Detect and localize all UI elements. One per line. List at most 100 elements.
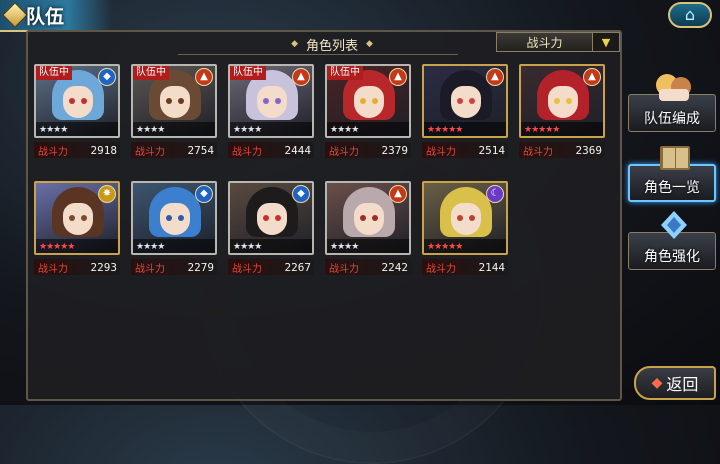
sort-selected-value: 战斗力 (526, 35, 563, 50)
rarity-stars: ★★★★ (136, 125, 165, 135)
character-face (548, 86, 578, 118)
power-value: 2144 (478, 260, 506, 274)
fire-element-icon: ▲ (195, 68, 213, 86)
character-card[interactable]: ★★★★ ◆ 队伍中战斗力 2918 (34, 64, 122, 158)
back-button-label: 返回 (666, 375, 699, 394)
power-row: 战斗力 2279 (131, 259, 217, 275)
side-menu-button[interactable]: 队伍编成 (628, 74, 716, 132)
character-card[interactable]: ★★★★ ▲ 队伍中战斗力 2379 (325, 64, 413, 158)
home-button[interactable]: ⌂ (668, 2, 712, 28)
character-eye (469, 215, 475, 221)
power-value: 2514 (478, 143, 506, 157)
character-eye (178, 215, 184, 221)
character-card[interactable]: ★★★★ ▲ 战斗力 2242 (325, 181, 413, 275)
panel-title: 角色列表 (305, 38, 358, 54)
power-value: 2444 (284, 143, 312, 157)
character-portrait: ★★★★★ ✸ (34, 181, 120, 255)
in-team-badge: 队伍中 (230, 66, 266, 80)
character-face (451, 86, 481, 118)
rarity-stars: ★★★★ (330, 125, 359, 135)
fire-element-icon: ▲ (486, 68, 504, 86)
rarity-stars: ★★★★★ (427, 125, 463, 135)
side-menu-label: 队伍编成 (644, 111, 700, 127)
rarity-stars: ★★★★★ (427, 242, 463, 252)
power-value: 2754 (187, 143, 215, 157)
character-eye (372, 98, 378, 104)
power-row: 战斗力 2144 (422, 259, 508, 275)
rarity-stars: ★★★★ (330, 242, 359, 252)
character-portrait: ★★★★★ ▲ (519, 64, 605, 138)
character-face (451, 203, 481, 235)
character-eye (372, 215, 378, 221)
character-list-panel: ◆ 角色列表 ◆ 战斗力 ▼ ★★★★ ◆ 队伍中 战斗力 2918 ★★★★ ▲ 队伍中 战斗… (26, 30, 622, 401)
character-card[interactable]: ★★★★ ▲ 队伍中战斗力 2754 (131, 64, 219, 158)
character-portrait: ★★★★ ◆ (228, 181, 314, 255)
character-eye (360, 98, 366, 104)
character-eye (263, 215, 269, 221)
character-card[interactable]: ★★★★★ ▲ 战斗力 2369 (519, 64, 607, 158)
rarity-stars: ★★★★ (136, 242, 165, 252)
character-portrait: ★★★★ ▲ 队伍中 (325, 64, 411, 138)
side-menu-button[interactable]: 角色一览 (628, 146, 716, 202)
power-value: 2918 (90, 143, 118, 157)
team-formation-icon (653, 71, 695, 103)
character-eye (275, 98, 281, 104)
power-value: 2242 (381, 260, 409, 274)
water-element-icon: ◆ (195, 185, 213, 203)
character-eye (69, 215, 75, 221)
character-card[interactable]: ★★★★★ ☾ 战斗力 2144 (422, 181, 510, 275)
panel-header: ◆ 角色列表 ◆ (244, 34, 420, 54)
power-label: 战斗力 (426, 263, 456, 275)
rarity-stars: ★★★★ (233, 125, 262, 135)
power-label: 战斗力 (523, 146, 553, 158)
character-eye (166, 98, 172, 104)
title-bar: 队伍 (0, 0, 112, 32)
character-face (160, 86, 190, 118)
character-card[interactable]: ★★★★★ ✸ 战斗力 2293 (34, 181, 122, 275)
power-label: 战斗力 (135, 263, 165, 275)
character-portrait: ★★★★ ▲ 队伍中 (228, 64, 314, 138)
power-label: 战斗力 (232, 263, 262, 275)
character-portrait: ★★★★ ◆ (131, 181, 217, 255)
fire-element-icon: ▲ (292, 68, 310, 86)
character-eye (554, 98, 560, 104)
power-row: 战斗力 2444 (228, 142, 314, 158)
character-face (354, 86, 384, 118)
back-arrow-icon: ◆ (651, 375, 663, 391)
character-eye (81, 98, 87, 104)
home-icon: ⌂ (684, 5, 696, 24)
character-eye (69, 98, 75, 104)
in-team-badge: 队伍中 (133, 66, 169, 80)
character-card[interactable]: ★★★★★ ▲ 战斗力 2514 (422, 64, 510, 158)
character-eye (178, 98, 184, 104)
character-card[interactable]: ★★★★ ◆ 战斗力 2267 (228, 181, 316, 275)
character-portrait: ★★★★ ◆ 队伍中 (34, 64, 120, 138)
side-menu-label: 角色一览 (644, 180, 700, 196)
back-button[interactable]: ◆ 返回 (634, 366, 716, 400)
character-face (160, 203, 190, 235)
character-eye (469, 98, 475, 104)
character-portrait: ★★★★ ▲ 队伍中 (131, 64, 217, 138)
power-value: 2379 (381, 143, 409, 157)
character-card[interactable]: ★★★★ ▲ 队伍中战斗力 2444 (228, 64, 316, 158)
power-value: 2267 (284, 260, 312, 274)
character-book-icon (654, 142, 696, 174)
fire-element-icon: ▲ (583, 68, 601, 86)
power-label: 战斗力 (232, 146, 262, 158)
power-value: 2279 (187, 260, 215, 274)
sun-element-icon: ✸ (98, 185, 116, 203)
title-gem-icon (2, 2, 28, 28)
power-label: 战斗力 (329, 146, 359, 158)
sort-dropdown[interactable]: 战斗力 ▼ (496, 32, 620, 52)
character-eye (263, 98, 269, 104)
character-card[interactable]: ★★★★ ◆ 战斗力 2279 (131, 181, 219, 275)
character-eye (275, 215, 281, 221)
diamond-right-icon: ◆ (366, 39, 373, 49)
side-menu-button[interactable]: 角色强化 (628, 211, 716, 270)
power-label: 战斗力 (426, 146, 456, 158)
rarity-stars: ★★★★ (233, 242, 262, 252)
power-row: 战斗力 2754 (131, 142, 217, 158)
character-eye (566, 98, 572, 104)
power-label: 战斗力 (38, 146, 68, 158)
character-eye (81, 215, 87, 221)
